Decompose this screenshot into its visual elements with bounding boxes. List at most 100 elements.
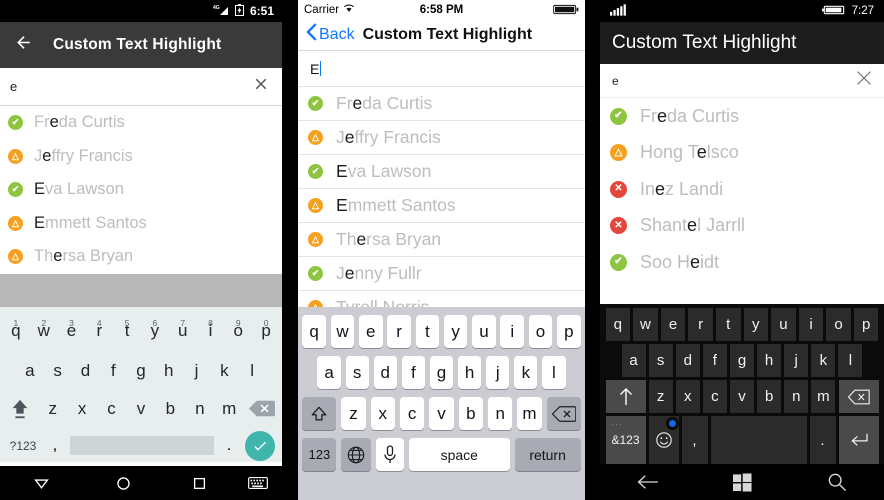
- windows-key-u[interactable]: u: [771, 308, 796, 341]
- windows-key-y[interactable]: y: [743, 308, 769, 341]
- windows-key-e[interactable]: e: [660, 308, 686, 341]
- android-key-m[interactable]: m: [215, 399, 244, 419]
- android-key-w[interactable]: 2w: [30, 318, 58, 341]
- recents-square-icon[interactable]: [164, 476, 234, 491]
- windows-key-g[interactable]: g: [729, 344, 755, 377]
- android-key-b[interactable]: b: [156, 399, 185, 419]
- android-key-a[interactable]: a: [16, 361, 44, 381]
- android-key-y[interactable]: 6y: [141, 318, 169, 341]
- ios-key-o[interactable]: o: [528, 315, 553, 348]
- ios-key-k[interactable]: k: [514, 356, 538, 389]
- list-item[interactable]: ✔ Freda Curtis: [298, 87, 585, 121]
- ios-key-c[interactable]: c: [399, 397, 425, 430]
- android-key-x[interactable]: x: [67, 399, 96, 419]
- windows-key-z[interactable]: z: [648, 380, 673, 413]
- globe-icon[interactable]: [341, 438, 372, 471]
- ios-keyboard[interactable]: qwertyuiop asdfghjkl zxcvbnm 123 space r…: [298, 307, 585, 500]
- windows-search-field[interactable]: e: [600, 64, 884, 98]
- windows-key-k[interactable]: k: [811, 344, 836, 377]
- android-key-r[interactable]: 4r: [85, 318, 113, 341]
- ios-key-w[interactable]: w: [330, 315, 355, 348]
- android-key-g[interactable]: g: [127, 361, 155, 381]
- list-item[interactable]: ✕ Shantel Jarrll: [600, 208, 884, 245]
- ios-key-z[interactable]: z: [341, 397, 366, 430]
- windows-key-l[interactable]: l: [838, 344, 863, 377]
- android-key-o[interactable]: 9o: [224, 318, 252, 341]
- windows-key-m[interactable]: m: [811, 380, 836, 413]
- windows-period-key[interactable]: .: [809, 416, 836, 464]
- close-icon[interactable]: [856, 70, 872, 91]
- windows-symbols-key[interactable]: ··· &123: [605, 416, 646, 464]
- list-item[interactable]: △ Jeffry Francis: [298, 121, 585, 155]
- android-key-d[interactable]: d: [72, 361, 100, 381]
- android-key-f[interactable]: f: [99, 361, 127, 381]
- backspace-icon[interactable]: [838, 380, 879, 413]
- list-item[interactable]: △ Thersa Bryan: [0, 240, 282, 274]
- shift-icon[interactable]: [302, 397, 337, 430]
- android-key-u[interactable]: 7u: [169, 318, 197, 341]
- windows-key-j[interactable]: j: [784, 344, 809, 377]
- ios-key-t[interactable]: t: [415, 315, 440, 348]
- list-item[interactable]: △ Thersa Bryan: [298, 223, 585, 257]
- ios-key-g[interactable]: g: [429, 356, 454, 389]
- list-item[interactable]: ✔ Eva Lawson: [298, 155, 585, 189]
- android-key-c[interactable]: c: [97, 399, 126, 419]
- android-key-p[interactable]: 0p: [252, 318, 280, 341]
- windows-keyboard-cursor-handle[interactable]: [666, 417, 679, 430]
- keyboard-hide-triangle-icon[interactable]: [0, 475, 82, 492]
- android-keyboard[interactable]: 1q2w3e4r5t6y7u8i9o0p asdfghjkl zxcvbnm ?…: [0, 306, 282, 462]
- keyboard-icon[interactable]: [234, 476, 282, 490]
- android-key-t[interactable]: 5t: [113, 318, 141, 341]
- ios-key-b[interactable]: b: [458, 397, 484, 430]
- ios-key-m[interactable]: m: [517, 397, 542, 430]
- list-item[interactable]: △ Hong Telsco: [600, 135, 884, 172]
- android-key-q[interactable]: 1q: [2, 318, 30, 341]
- android-search-field[interactable]: e: [0, 68, 282, 106]
- ios-key-a[interactable]: a: [317, 356, 341, 389]
- android-key-s[interactable]: s: [44, 361, 72, 381]
- list-item[interactable]: ✔ Freda Curtis: [600, 98, 884, 135]
- windows-key-n[interactable]: n: [784, 380, 809, 413]
- microphone-icon[interactable]: [375, 438, 404, 471]
- ios-key-s[interactable]: s: [345, 356, 369, 389]
- windows-key-x[interactable]: x: [675, 380, 700, 413]
- ios-key-l[interactable]: l: [542, 356, 566, 389]
- windows-key-p[interactable]: p: [853, 308, 879, 341]
- android-key-k[interactable]: k: [210, 361, 238, 381]
- android-enter-key[interactable]: [240, 430, 280, 461]
- search-input-value[interactable]: e: [10, 79, 252, 94]
- windows-key-s[interactable]: s: [648, 344, 673, 377]
- ios-key-d[interactable]: d: [373, 356, 397, 389]
- ios-key-j[interactable]: j: [486, 356, 510, 389]
- windows-space-key[interactable]: [710, 416, 807, 464]
- android-key-z[interactable]: z: [38, 399, 67, 419]
- windows-key-w[interactable]: w: [633, 308, 658, 341]
- shift-icon[interactable]: [2, 397, 38, 421]
- shift-up-arrow-icon[interactable]: [605, 380, 646, 413]
- android-key-j[interactable]: j: [183, 361, 211, 381]
- windows-comma-key[interactable]: ,: [681, 416, 708, 464]
- list-item[interactable]: △ Jeffry Francis: [0, 140, 282, 174]
- android-key-h[interactable]: h: [155, 361, 183, 381]
- ios-key-y[interactable]: y: [443, 315, 468, 348]
- ios-key-h[interactable]: h: [457, 356, 482, 389]
- windows-key-c[interactable]: c: [702, 380, 727, 413]
- list-item[interactable]: △ Emmett Santos: [298, 189, 585, 223]
- android-period-key[interactable]: .: [218, 437, 240, 455]
- windows-key-q[interactable]: q: [605, 308, 631, 341]
- windows-key-h[interactable]: h: [757, 344, 782, 377]
- android-key-v[interactable]: v: [126, 399, 155, 419]
- android-key-l[interactable]: l: [238, 361, 266, 381]
- windows-key-r[interactable]: r: [688, 308, 713, 341]
- ios-search-field[interactable]: E: [298, 51, 585, 87]
- android-symbols-key[interactable]: ?123: [2, 439, 44, 453]
- windows-key-v[interactable]: v: [729, 380, 755, 413]
- search-input-value[interactable]: E: [310, 61, 319, 77]
- windows-key-t[interactable]: t: [715, 308, 741, 341]
- ios-key-x[interactable]: x: [370, 397, 396, 430]
- list-item[interactable]: ✔ Soo Heidt: [600, 244, 884, 281]
- backspace-icon[interactable]: [244, 399, 280, 418]
- ios-key-n[interactable]: n: [487, 397, 513, 430]
- ios-back-button[interactable]: Back: [306, 23, 355, 46]
- windows-nav-bar[interactable]: [600, 464, 884, 500]
